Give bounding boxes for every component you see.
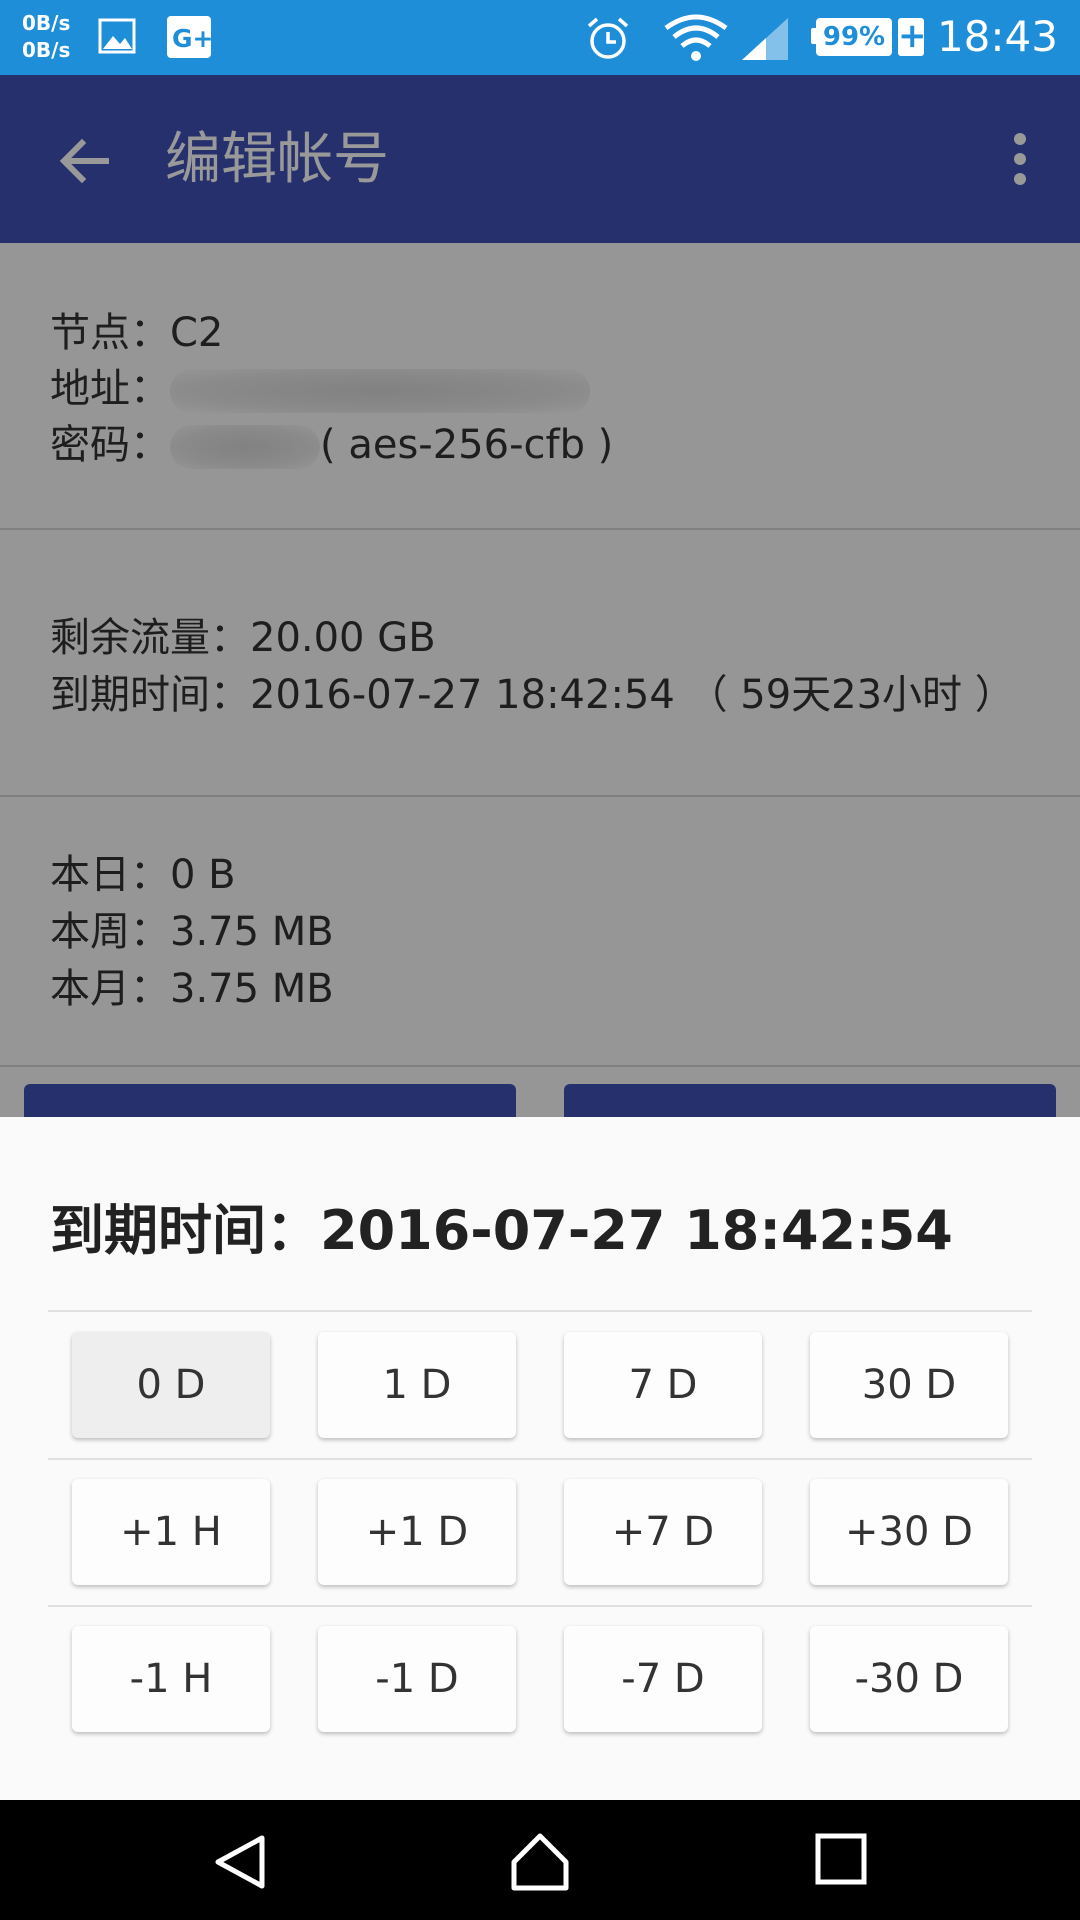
signal-icon: [740, 16, 790, 64]
image-icon: [98, 16, 136, 60]
net-speed-up: 0B/s: [22, 11, 71, 35]
network-speed: 0B/s 0B/s: [22, 10, 70, 64]
set-1d-button[interactable]: 1 D: [318, 1332, 516, 1438]
expiry-bottom-sheet: 到期时间：2016-07-27 18:42:54 0 D 1 D 7 D 30 …: [0, 1117, 1080, 1800]
google-plus-icon: G+: [167, 16, 213, 62]
wifi-icon: [664, 14, 728, 66]
subtract-1h-button[interactable]: -1 H: [72, 1626, 270, 1732]
set-days-row: 0 D 1 D 7 D 30 D: [72, 1332, 1008, 1440]
add-1h-button[interactable]: +1 H: [72, 1479, 270, 1585]
subtract-30d-button[interactable]: -30 D: [810, 1626, 1008, 1732]
add-1d-button[interactable]: +1 D: [318, 1479, 516, 1585]
alarm-icon: [585, 16, 631, 66]
add-7d-button[interactable]: +7 D: [564, 1479, 762, 1585]
set-30d-button[interactable]: 30 D: [810, 1332, 1008, 1438]
subtract-7d-button[interactable]: -7 D: [564, 1626, 762, 1732]
subtract-time-row: -1 H -1 D -7 D -30 D: [72, 1626, 1008, 1734]
battery-icon: 99%: [816, 18, 892, 56]
add-30d-button[interactable]: +30 D: [810, 1479, 1008, 1585]
recents-icon[interactable]: [814, 1832, 874, 1892]
subtract-1d-button[interactable]: -1 D: [318, 1626, 516, 1732]
back-triangle-icon[interactable]: [210, 1832, 270, 1892]
sheet-title: 到期时间：2016-07-27 18:42:54: [50, 1199, 953, 1262]
set-7d-button[interactable]: 7 D: [564, 1332, 762, 1438]
screen: 节点：C2 地址： 密码：( aes-256-cfb ) 剩余流量：20.00 …: [0, 0, 1080, 1920]
svg-text:G+: G+: [172, 24, 211, 53]
navigation-bar: [0, 1800, 1080, 1920]
home-icon[interactable]: [508, 1832, 569, 1892]
divider: [48, 1605, 1032, 1607]
clock: 18:43: [936, 12, 1058, 61]
divider: [48, 1458, 1032, 1460]
divider: [48, 1310, 1032, 1312]
set-0d-button[interactable]: 0 D: [72, 1332, 270, 1438]
status-bar: 0B/s 0B/s G+ 99% + 18:43: [0, 0, 1080, 75]
charging-icon: +: [898, 16, 927, 56]
net-speed-down: 0B/s: [22, 38, 71, 62]
add-time-row: +1 H +1 D +7 D +30 D: [72, 1479, 1008, 1587]
